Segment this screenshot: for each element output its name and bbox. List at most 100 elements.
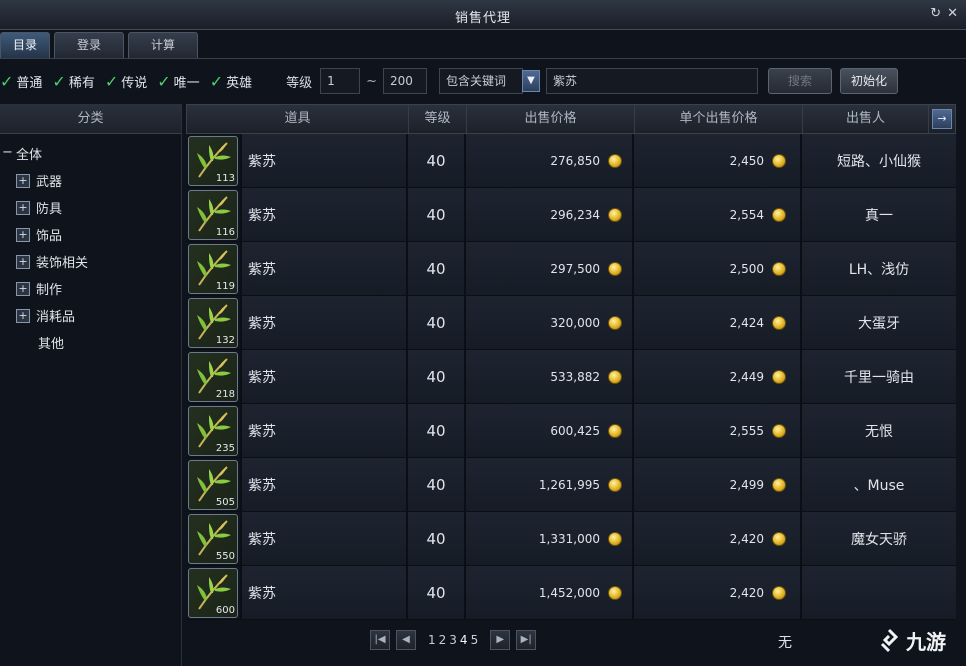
perilla-herb-icon[interactable]: 600: [188, 567, 238, 618]
tab-catalog[interactable]: 目录: [0, 32, 50, 58]
sale-price: 1,331,000: [466, 512, 634, 565]
category-accessory[interactable]: + 饰品: [0, 221, 181, 248]
page-number[interactable]: 2: [439, 633, 447, 647]
page-number[interactable]: 3: [449, 633, 457, 647]
perilla-herb-icon[interactable]: 505: [188, 459, 238, 510]
gold-coin-icon: [608, 423, 622, 438]
item-name: 紫苏: [242, 134, 408, 187]
table-row[interactable]: 505 紫苏 40 1,261,995 2,499 、Muse: [186, 458, 956, 512]
category-consumable[interactable]: + 消耗品: [0, 302, 181, 329]
table-row[interactable]: 132 紫苏 40 320,000 2,424 大蛋牙: [186, 296, 956, 350]
category-other[interactable]: 其他: [0, 329, 181, 356]
sale-price-value: 320,000: [550, 315, 600, 330]
perilla-herb-icon[interactable]: 132: [188, 297, 238, 348]
footer-text: 无: [778, 635, 792, 651]
unit-price-value: 2,420: [729, 585, 764, 600]
item-name: 紫苏: [242, 350, 408, 403]
item-quantity: 116: [215, 226, 235, 238]
table-row[interactable]: 235 紫苏 40 600,425 2,555 无恨: [186, 404, 956, 458]
unit-price: 2,450: [634, 134, 802, 187]
chevron-down-icon[interactable]: ▼: [522, 70, 541, 92]
unit-price-value: 2,450: [729, 153, 764, 168]
header-unit-price[interactable]: 单个出售价格: [635, 105, 803, 133]
perilla-herb-icon[interactable]: 116: [188, 189, 238, 240]
expand-icon[interactable]: +: [16, 227, 30, 242]
sale-price: 276,850: [466, 134, 634, 187]
perilla-herb-icon[interactable]: 550: [188, 513, 238, 564]
category-sidebar: 分类 − 全体 + 武器 + 防具 + 饰品 + 装饰相关 + 制作 + 消耗品 其他: [0, 104, 182, 666]
gold-coin-icon: [772, 315, 786, 330]
table-row[interactable]: 550 紫苏 40 1,331,000 2,420 魔女天骄: [186, 512, 956, 566]
check-icon: ✓: [104, 71, 119, 91]
category-decoration[interactable]: + 装饰相关: [0, 248, 181, 275]
grade-checkbox-unique[interactable]: ✓ 唯一: [157, 72, 199, 91]
search-button[interactable]: 搜索: [768, 68, 833, 94]
tab-calculate[interactable]: 计算: [128, 32, 198, 58]
category-crafting[interactable]: + 制作: [0, 275, 181, 302]
gold-coin-icon: [608, 207, 622, 222]
expand-icon[interactable]: +: [16, 254, 30, 269]
expand-icon[interactable]: +: [16, 173, 30, 188]
category-tree: − 全体 + 武器 + 防具 + 饰品 + 装饰相关 + 制作 + 消耗品 其他: [0, 134, 181, 356]
sale-price: 1,452,000: [466, 566, 634, 619]
unit-price-value: 2,555: [729, 423, 764, 438]
expand-icon[interactable]: +: [16, 281, 30, 296]
watermark: 九游: [876, 626, 946, 655]
table-header: 道具 等级 出售价格 单个出售价格 出售人 →: [186, 104, 956, 134]
item-level: 40: [408, 296, 466, 349]
arrow-right-icon[interactable]: →: [932, 109, 952, 129]
table-row[interactable]: 600 紫苏 40 1,452,000 2,420: [186, 566, 956, 620]
tab-register[interactable]: 登录: [54, 32, 124, 58]
item-icon-cell: 113: [186, 134, 242, 187]
first-page-button[interactable]: |◀: [370, 630, 390, 650]
perilla-herb-icon[interactable]: 113: [188, 135, 238, 186]
seller-name: 真一: [802, 188, 956, 241]
grade-checkbox-normal[interactable]: ✓ 普通: [0, 72, 42, 91]
header-level[interactable]: 等级: [409, 105, 467, 133]
unit-price: 2,420: [634, 566, 802, 619]
keyword-input[interactable]: 紫苏: [546, 68, 759, 94]
next-page-button[interactable]: ▶: [490, 630, 511, 650]
perilla-herb-icon[interactable]: 235: [188, 405, 238, 456]
level-range-separator: ~: [366, 73, 378, 89]
search-mode-select[interactable]: 包含关键词 ▼: [439, 68, 541, 94]
expand-icon[interactable]: +: [16, 200, 30, 215]
table-row[interactable]: 116 紫苏 40 296,234 2,554 真一: [186, 188, 956, 242]
seller-name: 魔女天骄: [802, 512, 956, 565]
level-min-input[interactable]: 1: [320, 68, 361, 94]
grade-checkbox-hero[interactable]: ✓ 英雄: [210, 72, 252, 91]
page-number[interactable]: 5: [471, 633, 479, 647]
category-armor[interactable]: + 防具: [0, 194, 181, 221]
prev-page-button[interactable]: ◀: [396, 630, 416, 650]
gold-coin-icon: [608, 531, 622, 546]
level-max-input[interactable]: 200: [383, 68, 428, 94]
table-row[interactable]: 113 紫苏 40 276,850 2,450 短路、小仙猴: [186, 134, 956, 188]
header-price[interactable]: 出售价格: [467, 105, 635, 133]
header-seller[interactable]: 出售人: [803, 105, 929, 133]
gold-coin-icon: [772, 477, 786, 492]
unit-price-value: 2,500: [729, 261, 764, 276]
grade-checkbox-legend[interactable]: ✓ 传说: [105, 72, 147, 91]
reset-button[interactable]: 初始化: [840, 68, 899, 94]
close-icon[interactable]: ✕: [947, 6, 958, 21]
category-all[interactable]: − 全体: [0, 140, 181, 167]
perilla-herb-icon[interactable]: 218: [188, 351, 238, 402]
last-page-button[interactable]: ▶|: [516, 630, 537, 650]
item-icon-cell: 218: [186, 350, 242, 403]
page-number[interactable]: 4: [460, 633, 468, 647]
item-icon-cell: 550: [186, 512, 242, 565]
collapse-icon[interactable]: −: [2, 146, 13, 161]
sale-price: 320,000: [466, 296, 634, 349]
refresh-icon[interactable]: ↻: [930, 6, 941, 21]
header-item[interactable]: 道具: [187, 105, 409, 133]
grade-checkbox-rare[interactable]: ✓ 稀有: [52, 72, 94, 91]
table-row[interactable]: 218 紫苏 40 533,882 2,449 千里一骑由: [186, 350, 956, 404]
category-weapon[interactable]: + 武器: [0, 167, 181, 194]
table-row[interactable]: 119 紫苏 40 297,500 2,500 LH、浅仿: [186, 242, 956, 296]
page-number[interactable]: 1: [428, 633, 436, 647]
gold-coin-icon: [772, 423, 786, 438]
expand-icon[interactable]: +: [16, 308, 30, 323]
perilla-herb-icon[interactable]: 119: [188, 243, 238, 294]
gold-coin-icon: [608, 477, 622, 492]
item-quantity: 132: [215, 334, 235, 346]
